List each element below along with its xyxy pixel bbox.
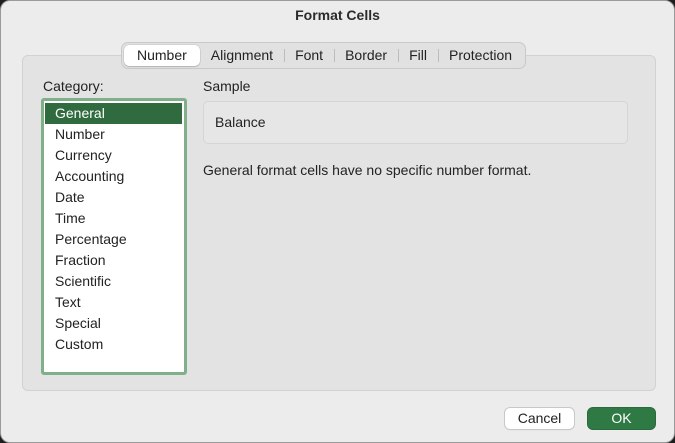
category-item-text[interactable]: Text — [45, 292, 182, 313]
category-item-number[interactable]: Number — [45, 124, 182, 145]
ok-button[interactable]: OK — [588, 408, 655, 429]
category-item-fraction[interactable]: Fraction — [45, 250, 182, 271]
category-item-general[interactable]: General — [45, 103, 182, 124]
category-item-custom[interactable]: Custom — [45, 334, 182, 355]
category-item-time[interactable]: Time — [45, 208, 182, 229]
category-item-scientific[interactable]: Scientific — [45, 271, 182, 292]
tab-font[interactable]: Font — [284, 45, 334, 66]
category-item-currency[interactable]: Currency — [45, 145, 182, 166]
category-item-percentage[interactable]: Percentage — [45, 229, 182, 250]
tab-number[interactable]: Number — [124, 45, 200, 66]
tab-fill[interactable]: Fill — [398, 45, 438, 66]
dialog-title: Format Cells — [295, 7, 380, 23]
format-cells-dialog: Format Cells Number Alignment Font Borde… — [0, 0, 675, 443]
category-item-date[interactable]: Date — [45, 187, 182, 208]
sample-value: Balance — [215, 114, 266, 130]
category-label: Category: — [43, 78, 104, 94]
dialog-titlebar: Format Cells — [1, 1, 674, 31]
tab-alignment[interactable]: Alignment — [200, 45, 284, 66]
sample-label: Sample — [203, 78, 251, 94]
tab-protection[interactable]: Protection — [438, 45, 523, 66]
category-item-accounting[interactable]: Accounting — [45, 166, 182, 187]
tab-border[interactable]: Border — [334, 45, 398, 66]
tab-bar: Number Alignment Font Border Fill Protec… — [121, 42, 527, 69]
category-list[interactable]: General Number Currency Accounting Date … — [41, 98, 187, 375]
sample-preview: Balance — [203, 101, 628, 144]
cancel-button[interactable]: Cancel — [505, 408, 574, 429]
format-description: General format cells have no specific nu… — [203, 162, 532, 178]
category-item-special[interactable]: Special — [45, 313, 182, 334]
